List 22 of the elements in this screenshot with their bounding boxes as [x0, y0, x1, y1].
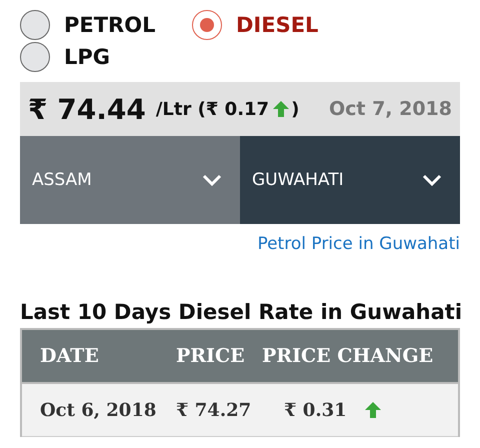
chevron-down-icon: [422, 174, 442, 186]
table-title: Last 10 Days Diesel Rate in Guwahati: [20, 300, 460, 324]
radio-label: PETROL: [64, 13, 156, 37]
petrol-price-link[interactable]: Petrol Price in Guwahati: [257, 234, 460, 254]
column-header: PRICE: [176, 329, 262, 383]
closing-parenthesis: ): [291, 98, 300, 120]
dropdown[interactable]: GUWAHATI: [240, 136, 460, 224]
column-header: PRICE CHANGE: [262, 329, 459, 383]
table-cell: ₹ 0.31: [284, 400, 347, 420]
chevron-down-icon: [202, 174, 222, 186]
radio-label: LPG: [64, 45, 110, 69]
table-cell: Oct 6, 2018: [21, 383, 176, 436]
radio-label: DIESEL: [236, 13, 318, 37]
radio-button[interactable]: [20, 42, 50, 72]
price-date: Oct 7, 2018: [328, 98, 452, 120]
dropdown[interactable]: ASSAM: [20, 136, 240, 224]
price-change: /Ltr (₹ 0.17: [156, 98, 270, 120]
radio-button[interactable]: [20, 10, 50, 40]
radio-button[interactable]: [192, 10, 222, 40]
table-cell: ₹ 74.27: [176, 383, 262, 436]
column-header: DATE: [21, 329, 176, 383]
price-value: ₹ 74.44: [28, 92, 146, 126]
